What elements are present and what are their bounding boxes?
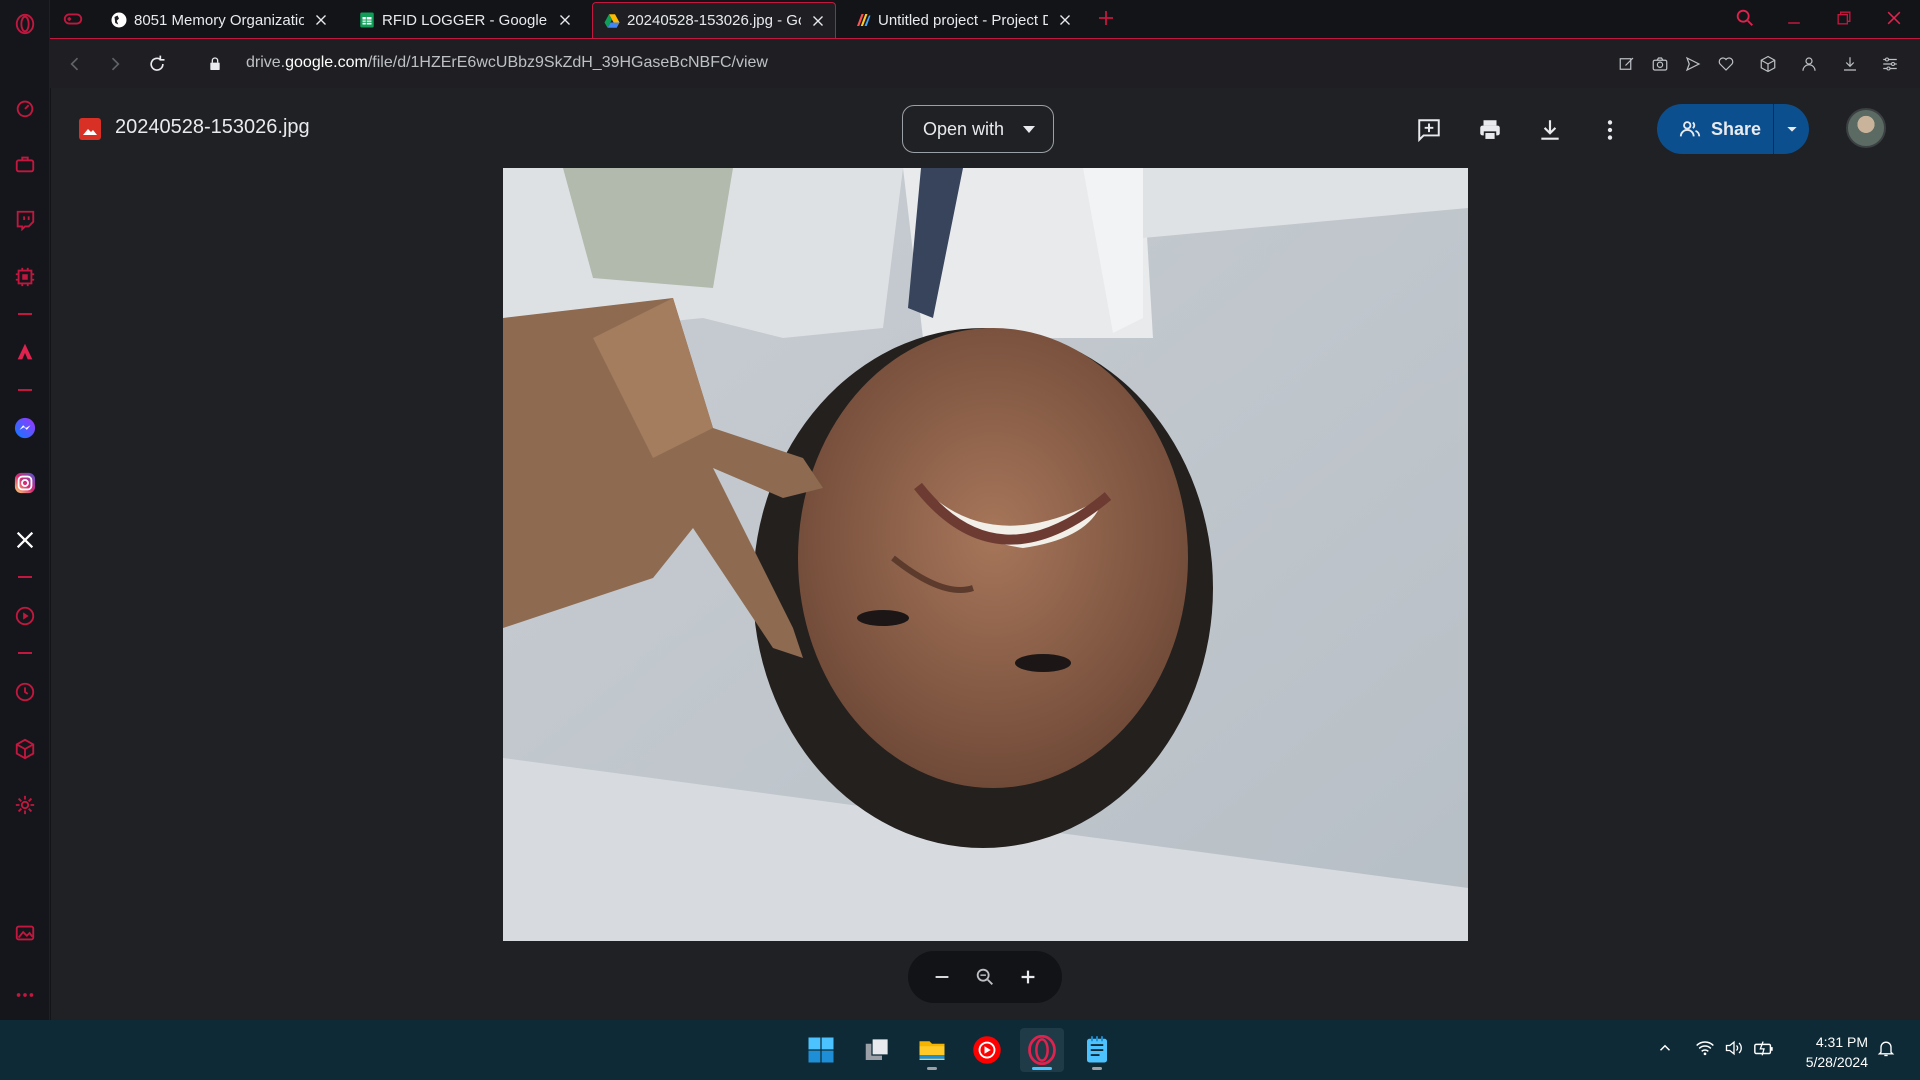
folder-icon: [919, 1041, 945, 1060]
sheets-icon: [360, 12, 374, 28]
lock-icon[interactable]: [202, 51, 228, 77]
account-avatar[interactable]: [1846, 108, 1886, 148]
zoom-icon: [976, 968, 993, 985]
player-icon[interactable]: [0, 596, 50, 636]
opera-sidebar: [0, 0, 50, 1020]
file-name: 20240528-153026.jpg: [115, 116, 310, 138]
windows-taskbar: 4:31 PM 5/28/2024: [0, 1020, 1920, 1080]
tab-title: 8051 Memory Organization: [134, 11, 304, 29]
tab-drive-image[interactable]: 20240528-153026.jpg - Google Drive: [592, 2, 836, 38]
aria-icon[interactable]: [0, 332, 50, 372]
history-icon[interactable]: [0, 672, 50, 712]
windows-icon: [808, 1037, 834, 1063]
close-icon[interactable]: [556, 11, 574, 29]
tab-title: Untitled project - Project Dashboard: [878, 11, 1048, 29]
tab-rfid-logger[interactable]: RFID LOGGER - Google Sheets: [348, 2, 582, 38]
task-view-button[interactable]: [855, 1028, 899, 1072]
close-icon[interactable]: [1056, 11, 1074, 29]
zoom-out-button[interactable]: [928, 963, 956, 991]
cpu-icon[interactable]: [0, 257, 50, 297]
close-icon[interactable]: [312, 11, 330, 29]
tab-strip: 8051 Memory Organization RFID LOGGER - G…: [50, 0, 1920, 38]
add-comment-icon[interactable]: [1415, 116, 1443, 144]
tab-title: 20240528-153026.jpg - Google Drive: [627, 12, 801, 29]
download-icon[interactable]: [1536, 116, 1564, 144]
opera-gx-button[interactable]: [1020, 1028, 1064, 1072]
gallery-icon[interactable]: [0, 913, 50, 953]
youtube-music-button[interactable]: [965, 1028, 1009, 1072]
wifi-icon[interactable]: [1693, 1036, 1717, 1060]
extensions-icon[interactable]: [1756, 52, 1780, 76]
chevron-up-icon[interactable]: [1653, 1036, 1677, 1060]
system-clock[interactable]: 4:31 PM 5/28/2024: [1790, 1032, 1868, 1072]
print-icon[interactable]: [1476, 116, 1504, 144]
chevron-down-icon: [1786, 127, 1797, 132]
minimize-icon[interactable]: [1780, 4, 1808, 32]
profile-icon[interactable]: [1797, 52, 1821, 76]
gamepad-icon[interactable]: [62, 8, 84, 30]
downloads-icon[interactable]: [1838, 52, 1862, 76]
chevron-down-icon: [1023, 126, 1035, 133]
more-icon[interactable]: [0, 975, 50, 1015]
battery-icon[interactable]: [1752, 1036, 1776, 1060]
instagram-icon[interactable]: [0, 463, 50, 503]
new-tab-icon[interactable]: [1094, 6, 1118, 30]
briefcase-icon[interactable]: [0, 144, 50, 184]
notepad-button[interactable]: [1075, 1028, 1119, 1072]
address-bar: drive.google.com/file/d/1HZErE6wcUBbz9Sk…: [50, 38, 1920, 88]
send-icon[interactable]: [1681, 52, 1705, 76]
share-button[interactable]: Share: [1657, 104, 1809, 154]
zoom-reset-button[interactable]: [971, 963, 999, 991]
easy-setup-icon[interactable]: [1878, 52, 1902, 76]
edit-page-icon[interactable]: [1615, 52, 1639, 76]
drive-file-viewer: 20240528-153026.jpg Open with Share: [51, 88, 1920, 1020]
forward-button[interactable]: [102, 51, 128, 77]
cube-icon[interactable]: [0, 729, 50, 769]
zoom-controls: [908, 951, 1062, 1003]
notepad-icon: [1087, 1036, 1107, 1063]
globe-icon: [111, 12, 127, 28]
x-icon[interactable]: [0, 520, 50, 560]
snapshot-icon[interactable]: [1648, 52, 1672, 76]
close-icon[interactable]: [809, 12, 827, 30]
zoom-in-button[interactable]: [1014, 963, 1042, 991]
heart-icon[interactable]: [1714, 52, 1738, 76]
twitch-icon[interactable]: [0, 200, 50, 240]
settings-icon[interactable]: [0, 785, 50, 825]
back-button[interactable]: [62, 51, 88, 77]
share-main[interactable]: Share: [1657, 104, 1773, 154]
messenger-icon[interactable]: [0, 408, 50, 448]
reload-button[interactable]: [144, 51, 170, 77]
restore-icon[interactable]: [1830, 4, 1858, 32]
youtube-music-icon: [973, 1036, 1001, 1064]
search-tabs-icon[interactable]: [1731, 4, 1759, 32]
project-icon: [857, 14, 871, 26]
share-dropdown[interactable]: [1774, 121, 1809, 137]
start-button[interactable]: [799, 1028, 843, 1072]
open-with-button[interactable]: Open with: [902, 105, 1054, 153]
notifications-icon[interactable]: [1874, 1036, 1898, 1060]
close-window-icon[interactable]: [1880, 4, 1908, 32]
image-file-icon: [79, 118, 101, 140]
opera-icon: [1028, 1035, 1056, 1065]
volume-icon[interactable]: [1722, 1036, 1746, 1060]
tab-memory-org[interactable]: 8051 Memory Organization: [100, 2, 338, 38]
speed-dial-icon[interactable]: [0, 88, 50, 128]
opera-logo-icon[interactable]: [0, 4, 50, 44]
tab-title: RFID LOGGER - Google Sheets: [382, 11, 548, 29]
tab-untitled-project[interactable]: Untitled project - Project Dashboard: [844, 2, 1082, 38]
file-explorer-button[interactable]: [910, 1028, 954, 1072]
task-view-icon: [865, 1038, 889, 1060]
url-field[interactable]: drive.google.com/file/d/1HZErE6wcUBbz9Sk…: [246, 54, 768, 72]
drive-icon: [604, 13, 620, 28]
people-icon: [1679, 121, 1701, 137]
image-preview[interactable]: [503, 168, 1468, 941]
more-actions-icon[interactable]: [1596, 116, 1624, 144]
